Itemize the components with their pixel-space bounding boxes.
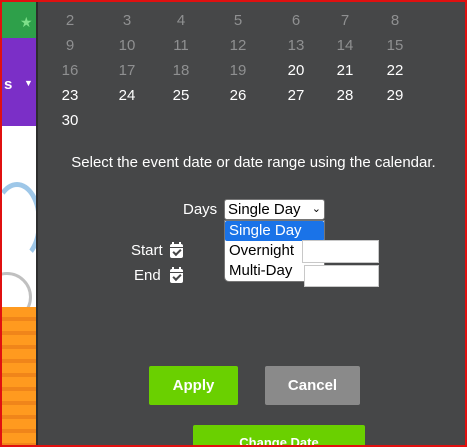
background-nav-menu: s ▼	[2, 38, 38, 126]
calendar-day[interactable]: 25	[161, 83, 201, 108]
decorative-arc	[2, 182, 38, 262]
end-label: End	[134, 267, 161, 284]
change-date-button[interactable]: Change Date	[193, 425, 365, 445]
days-select[interactable]: Single Day ⌄	[224, 199, 325, 220]
calendar-day: 7	[340, 12, 350, 29]
divider	[36, 2, 38, 445]
calendar-day: 10	[118, 37, 136, 54]
calendar-day: 9	[65, 37, 75, 54]
calendar-week-row: 23 24 25 26 27 28 29	[62, 83, 444, 108]
calendar-check-icon[interactable]	[170, 242, 183, 258]
calendar-grid: 2 3 4 5 6 7 8 9 10 11 12 13 14 15 16 17 18 19 20 21 22 23 24 25…	[62, 8, 444, 133]
calendar-day[interactable]: 23	[50, 83, 90, 108]
calendar-day[interactable]: 26	[218, 83, 258, 108]
calendar-week-row: 9 10 11 12 13 14 15	[64, 33, 444, 58]
background-page: ★ s ▼	[2, 2, 38, 445]
calendar-day: 12	[229, 37, 247, 54]
days-select-value: Single Day	[228, 201, 301, 218]
calendar-day: 8	[390, 12, 400, 29]
calendar-day: 11	[173, 37, 189, 54]
apply-button[interactable]: Apply	[149, 366, 238, 405]
calendar-day: 15	[386, 37, 404, 54]
end-date-input[interactable]	[304, 265, 379, 287]
calendar-day: 2	[65, 12, 75, 29]
start-label: Start	[131, 242, 163, 259]
calendar-day: 17	[118, 62, 136, 79]
calendar-day[interactable]: 20	[276, 58, 316, 83]
calendar-day: 16	[61, 62, 79, 79]
days-label: Days	[183, 201, 218, 218]
modal-window: ★ s ▼ 2 3 4 5 6 7 8 9 10 11 12 13 14 15 16 17 18 19 20 21 22…	[0, 0, 467, 447]
calendar-day[interactable]: 24	[107, 83, 147, 108]
calendar-day: 13	[287, 37, 305, 54]
calendar-week-row: 2 3 4 5 6 7 8	[64, 8, 444, 33]
background-nav-label: s	[4, 76, 13, 93]
calendar-day: 6	[291, 12, 301, 29]
calendar-day: 4	[176, 12, 186, 29]
calendar-week-row: 30	[62, 108, 444, 133]
instruction-text: Select the event date or date range usin…	[71, 154, 436, 171]
calendar-day[interactable]: 29	[375, 83, 415, 108]
calendar-day[interactable]: 28	[325, 83, 365, 108]
calendar-day: 19	[229, 62, 247, 79]
calendar-day: 5	[233, 12, 243, 29]
calendar-day: 3	[122, 12, 132, 29]
calendar-day[interactable]: 21	[325, 58, 365, 83]
calendar-day[interactable]: 22	[375, 58, 415, 83]
caret-down-icon: ▼	[24, 78, 33, 88]
cancel-button[interactable]: Cancel	[265, 366, 360, 405]
decorative-stripes	[2, 307, 38, 445]
chevron-down-icon: ⌄	[311, 203, 321, 215]
calendar-day[interactable]: 30	[50, 108, 90, 133]
calendar-check-icon[interactable]	[170, 267, 183, 283]
calendar-day[interactable]: 27	[276, 83, 316, 108]
calendar-day: 18	[172, 62, 190, 79]
star-icon: ★	[20, 14, 33, 30]
days-option-single-day[interactable]: Single Day	[225, 221, 324, 241]
calendar-week-row: 16 17 18 19 20 21 22	[62, 58, 444, 83]
start-date-input[interactable]	[302, 240, 379, 263]
calendar-day: 14	[336, 37, 354, 54]
